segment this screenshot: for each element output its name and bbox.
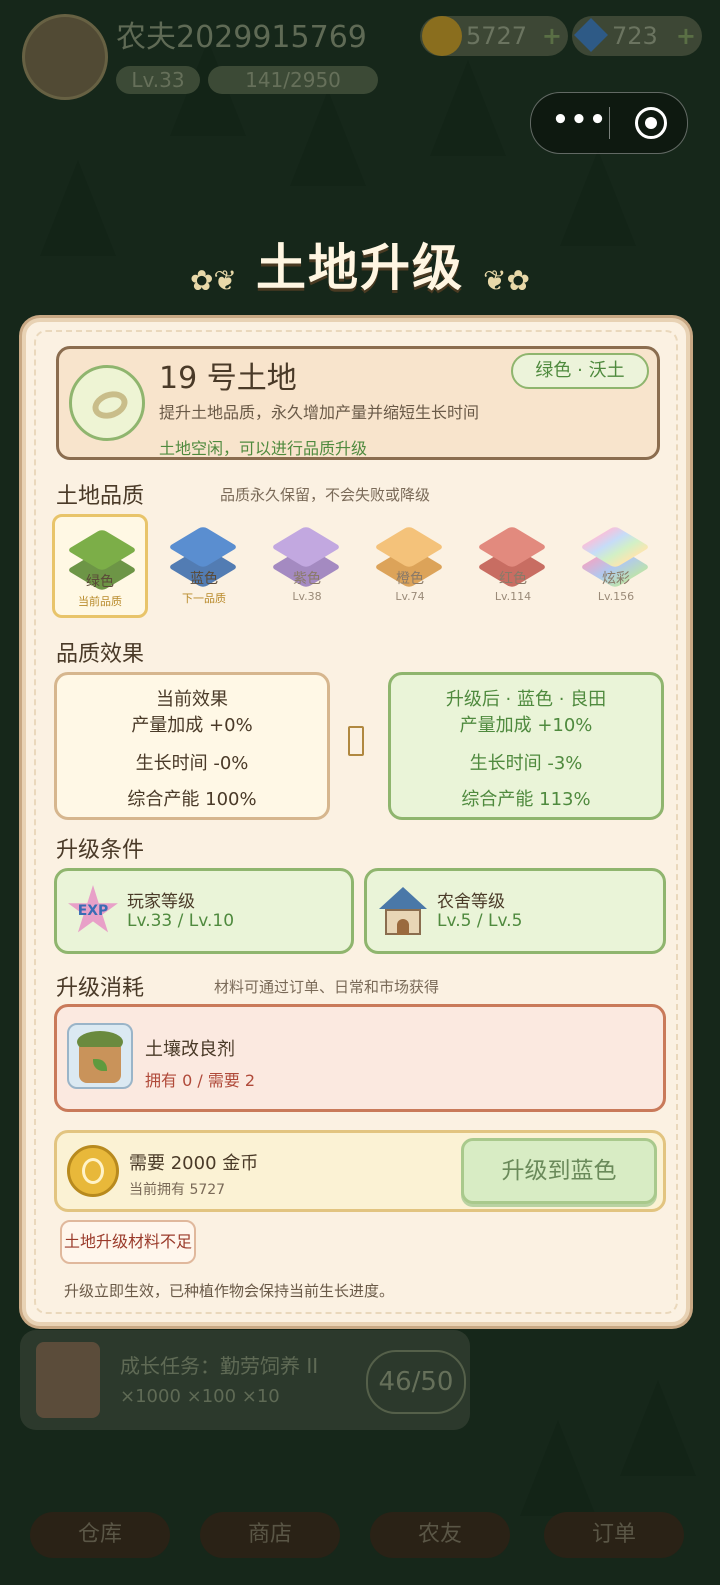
clipboard-icon <box>36 1342 100 1418</box>
quality-tile-rainbow[interactable]: 炫彩 Lv.156 <box>568 514 664 618</box>
material-cost-card: 土壤改良剂 拥有 0 / 需要 2 <box>54 1004 666 1112</box>
bottom-nav: 仓库 商店 农友 订单 <box>0 1512 720 1562</box>
nav-warehouse: 仓库 <box>30 1512 170 1558</box>
quality-name: 紫色 <box>293 571 321 587</box>
sprig-right-icon: ❦✿ <box>483 264 531 297</box>
player-name: 农夫2029915769 <box>116 20 367 55</box>
soil-conditioner-bucket-icon[interactable] <box>67 1023 133 1089</box>
task-progress: 46/50 <box>366 1350 466 1414</box>
nav-shop: 商店 <box>200 1512 340 1558</box>
current-growth-time: 生长时间 -0% <box>135 753 249 774</box>
land-status: 土地空闲，可以进行品质升级 <box>159 439 368 458</box>
next-effect-card: 升级后 · 蓝色 · 良田 产量加成 +10% 生长时间 -3% 综合产能 11… <box>388 672 664 820</box>
material-count: 拥有 0 / 需要 2 <box>145 1071 256 1090</box>
land-description: 提升土地品质，永久增加产量并缩短生长时间 <box>159 403 480 422</box>
condition-label: 玩家等级 <box>127 892 195 912</box>
player-level: Lv.33 <box>116 66 200 94</box>
exp-bar: 141/2950 <box>208 66 378 94</box>
player-level-condition: EXP 玩家等级 Lv.33 / Lv.10 <box>54 868 354 954</box>
quality-name: 蓝色 <box>190 571 218 587</box>
farmhouse-level-condition: 农舍等级 Lv.5 / Lv.5 <box>364 868 666 954</box>
quality-name: 红色 <box>499 571 527 587</box>
next-yield: 产量加成 +10% <box>459 715 593 736</box>
gold-coin-icon <box>67 1145 119 1197</box>
current-effect-head: 当前效果 <box>156 689 228 710</box>
land-upgrade-modal: 19 号土地 绿色 · 沃土 提升土地品质，永久增加产量并缩短生长时间 土地空闲… <box>22 318 690 1326</box>
quality-section-title: 土地品质 <box>56 484 145 509</box>
farmhouse-icon <box>377 885 429 937</box>
close-target-icon[interactable] <box>635 107 667 139</box>
quality-tile-orange[interactable]: 橙色 Lv.74 <box>362 514 458 618</box>
upgrade-to-blue-button[interactable]: 升级到蓝色 <box>461 1138 657 1204</box>
current-effect-card: 当前效果 产量加成 +0% 生长时间 -0% 综合产能 100% <box>54 672 330 820</box>
nav-friends: 农友 <box>370 1512 510 1558</box>
land-quality-badge: 绿色 · 沃土 <box>511 353 649 389</box>
nav-orders: 订单 <box>544 1512 684 1558</box>
quality-sub: Lv.114 <box>494 590 532 603</box>
quality-sub: Lv.38 <box>292 590 322 603</box>
capsule-divider <box>609 107 610 139</box>
task-rewards: ×1000 ×100 ×10 <box>120 1386 280 1407</box>
quality-section-note: 品质永久保留，不会失败或降级 <box>220 486 431 504</box>
quality-sub: 当前品质 <box>78 595 122 608</box>
quality-tile-red[interactable]: 红色 Lv.114 <box>465 514 561 618</box>
insufficient-material-warning: 土地升级材料不足 <box>60 1220 196 1264</box>
gold-coin-icon <box>422 16 462 56</box>
add-gold-icon[interactable]: + <box>542 22 562 50</box>
cost-section-note: 材料可通过订单、日常和市场获得 <box>214 978 440 996</box>
upgrade-footnote: 升级立即生效，已种植作物会保持当前生长进度。 <box>64 1282 395 1300</box>
quality-tile-purple[interactable]: 紫色 Lv.38 <box>259 514 355 618</box>
quality-sub: Lv.156 <box>597 590 635 603</box>
condition-value: Lv.33 / Lv.10 <box>127 911 235 931</box>
current-total-output: 综合产能 100% <box>127 789 257 810</box>
next-effect-head: 升级后 · 蓝色 · 良田 <box>445 689 607 710</box>
gem-value: 723 <box>612 22 658 50</box>
diamond-icon <box>574 18 608 52</box>
task-title: 成长任务：勤劳饲养 II <box>120 1354 319 1378</box>
cost-section-title: 升级消耗 <box>56 976 145 1001</box>
quality-sub: 下一品质 <box>182 592 226 605</box>
condition-label: 农舍等级 <box>437 892 505 912</box>
gold-owned: 当前拥有 5727 <box>129 1182 226 1198</box>
land-seed-icon <box>69 365 145 441</box>
current-yield: 产量加成 +0% <box>131 715 253 736</box>
gold-value: 5727 <box>466 22 528 50</box>
add-gem-icon[interactable]: + <box>676 22 696 50</box>
gem-counter[interactable]: 723 + <box>572 16 702 56</box>
next-total-output: 综合产能 113% <box>461 789 591 810</box>
arrow-right-icon <box>348 726 364 756</box>
avatar[interactable] <box>22 14 108 100</box>
gold-counter[interactable]: 5727 + <box>420 16 568 56</box>
gold-required: 需要 2000 金币 <box>129 1153 259 1174</box>
miniprogram-capsule: ••• <box>530 92 688 154</box>
land-title: 19 号土地 <box>159 361 297 396</box>
conditions-section-title: 升级条件 <box>56 838 145 863</box>
quality-name: 炫彩 <box>602 571 630 587</box>
quality-sub: Lv.74 <box>395 590 425 603</box>
gold-cost-card: 需要 2000 金币 当前拥有 5727 升级到蓝色 <box>54 1130 666 1212</box>
condition-value: Lv.5 / Lv.5 <box>437 911 523 931</box>
quality-tile-green[interactable]: 绿色 当前品质 <box>52 514 148 618</box>
effects-section-title: 品质效果 <box>56 642 145 667</box>
modal-title: 土地升级 <box>256 239 464 297</box>
next-growth-time: 生长时间 -3% <box>469 753 583 774</box>
more-menu-icon[interactable]: ••• <box>551 105 609 135</box>
sprig-left-icon: ✿❦ <box>189 264 237 297</box>
exp-star-icon: EXP <box>67 885 119 937</box>
quality-name: 绿色 <box>86 574 114 590</box>
modal-title-row: ✿❦ 土地升级 ❦✿ <box>0 228 720 300</box>
quality-name: 橙色 <box>396 571 424 587</box>
quality-tile-blue[interactable]: 蓝色 下一品质 <box>156 514 252 618</box>
material-name: 土壤改良剂 <box>145 1039 235 1060</box>
land-header-card: 19 号土地 绿色 · 沃土 提升土地品质，永久增加产量并缩短生长时间 土地空闲… <box>56 346 660 460</box>
